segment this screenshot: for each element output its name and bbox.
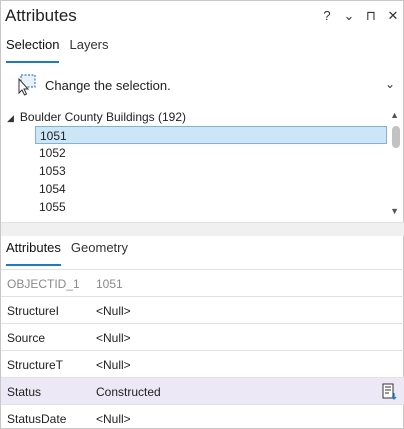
attribute-table: OBJECTID_1 1051 StructureI <Null> Source… bbox=[1, 269, 404, 429]
selection-tree: ◢ Boulder County Buildings (192) 1051 105… bbox=[1, 106, 404, 221]
tree-feature-item[interactable]: 1051 bbox=[35, 126, 387, 144]
field-name: StructureT bbox=[7, 358, 64, 372]
chevron-down-icon[interactable]: ⌄ bbox=[385, 77, 395, 91]
table-row[interactable]: Source <Null> bbox=[1, 323, 404, 350]
tree-feature-item[interactable]: 1055 bbox=[35, 198, 387, 216]
table-row[interactable]: StructureI <Null> bbox=[1, 296, 404, 323]
chevron-down-icon[interactable]: ⌄ bbox=[343, 8, 355, 24]
attributes-pane: Attributes ? ⌄ ⊓ ✕ Selection Layers Chan… bbox=[0, 0, 404, 429]
tree-feature-item[interactable]: 1054 bbox=[35, 180, 387, 198]
expand-triangle-icon[interactable]: ◢ bbox=[7, 113, 14, 124]
table-row[interactable]: Status Constructed bbox=[1, 377, 404, 404]
change-selection-row[interactable]: Change the selection. ⌄ bbox=[1, 69, 404, 101]
field-options-icon[interactable] bbox=[381, 383, 399, 401]
field-name: StatusDate bbox=[7, 412, 67, 426]
selection-tabs: Selection Layers bbox=[6, 37, 109, 63]
pin-icon[interactable]: ⊓ bbox=[365, 8, 377, 24]
field-value[interactable]: <Null> bbox=[96, 358, 131, 372]
title-bar: Attributes ? ⌄ ⊓ ✕ bbox=[1, 1, 404, 33]
help-icon[interactable]: ? bbox=[321, 8, 333, 24]
title-controls: ? ⌄ ⊓ ✕ bbox=[321, 8, 399, 24]
field-name: Status bbox=[7, 385, 42, 399]
field-value: 1051 bbox=[96, 277, 123, 291]
change-selection-label: Change the selection. bbox=[45, 78, 171, 93]
scrollbar-thumb[interactable] bbox=[392, 126, 400, 148]
tab-attributes[interactable]: Attributes bbox=[6, 240, 61, 266]
field-value[interactable]: <Null> bbox=[96, 331, 131, 345]
tree-layer-label: Boulder County Buildings (192) bbox=[19, 110, 187, 124]
tree-layer-node[interactable]: ◢ Boulder County Buildings (192) bbox=[7, 110, 186, 124]
field-value[interactable]: Constructed bbox=[96, 385, 161, 399]
field-value[interactable]: <Null> bbox=[96, 304, 131, 318]
tree-feature-item[interactable]: 1052 bbox=[35, 144, 387, 162]
field-name: Source bbox=[7, 331, 46, 345]
tab-selection[interactable]: Selection bbox=[6, 37, 60, 63]
scroll-up-icon[interactable]: ▲ bbox=[390, 110, 399, 120]
tree-feature-item[interactable]: 1053 bbox=[35, 162, 387, 180]
splitter[interactable] bbox=[1, 222, 404, 236]
selection-change-icon bbox=[18, 74, 36, 96]
detail-tabs: Attributes Geometry bbox=[6, 240, 128, 266]
table-row[interactable]: StructureT <Null> bbox=[1, 350, 404, 377]
tab-layers[interactable]: Layers bbox=[69, 37, 108, 59]
scroll-down-icon[interactable]: ▼ bbox=[390, 206, 399, 216]
field-name: OBJECTID_1 bbox=[7, 277, 80, 291]
field-name: StructureI bbox=[7, 304, 60, 318]
close-icon[interactable]: ✕ bbox=[387, 8, 399, 24]
pane-title: Attributes bbox=[5, 6, 77, 25]
table-row[interactable]: StatusDate <Null> bbox=[1, 404, 404, 429]
field-value[interactable]: <Null> bbox=[96, 412, 131, 426]
table-row[interactable]: OBJECTID_1 1051 bbox=[1, 269, 404, 296]
tab-geometry[interactable]: Geometry bbox=[71, 240, 128, 262]
